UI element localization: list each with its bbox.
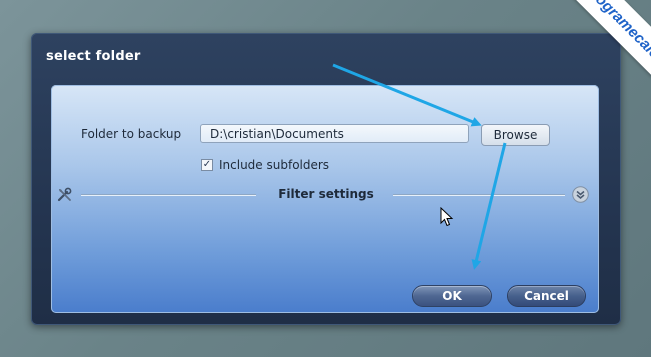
folder-path-input[interactable]: D:\cristian\Documents xyxy=(200,124,469,143)
filter-separator-left xyxy=(81,194,256,195)
filter-separator-right xyxy=(393,194,565,195)
checkmark-icon: ✓ xyxy=(202,159,212,170)
dialog-title: select folder xyxy=(46,49,141,64)
include-subfolders-label: Include subfolders xyxy=(219,158,330,172)
tools-icon[interactable] xyxy=(57,187,73,203)
mouse-cursor-icon xyxy=(440,207,454,227)
ok-button[interactable]: OK xyxy=(412,285,492,307)
filter-settings-label: Filter settings xyxy=(278,187,374,201)
folder-to-backup-label: Folder to backup xyxy=(81,127,182,141)
expand-chevron-icon[interactable] xyxy=(572,186,589,203)
cancel-button[interactable]: Cancel xyxy=(507,285,586,307)
dialog-panel: Folder to backup D:\cristian\Documents B… xyxy=(51,85,599,313)
include-subfolders-checkbox[interactable]: ✓ xyxy=(201,159,213,171)
browse-button[interactable]: Browse xyxy=(481,124,550,146)
select-folder-dialog: select folder Folder to backup D:\cristi… xyxy=(31,33,621,325)
